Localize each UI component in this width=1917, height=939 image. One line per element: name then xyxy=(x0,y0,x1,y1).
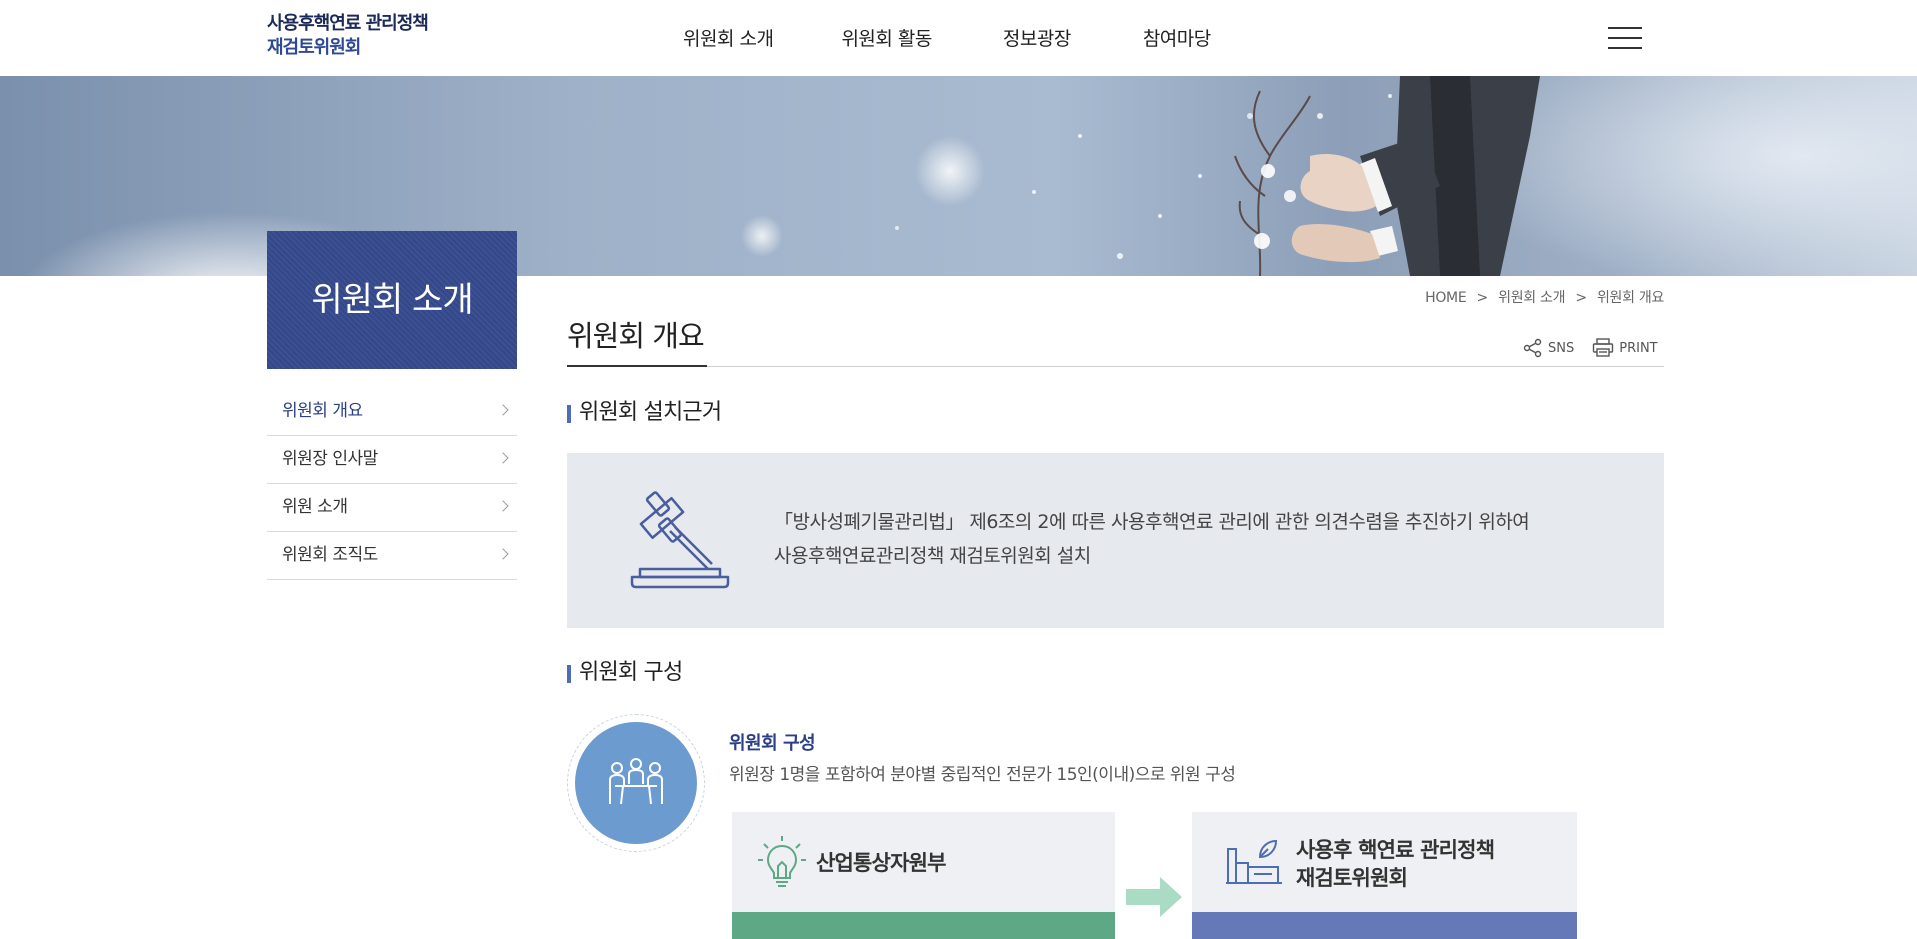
share-icon xyxy=(1523,338,1542,358)
nav-item-info-plaza[interactable]: 정보광장 xyxy=(1003,24,1071,51)
hamburger-icon[interactable] xyxy=(1608,27,1642,49)
org-box-committee-label: 사용후 핵연료 관리정책 재검토위원회 xyxy=(1296,836,1495,892)
sidebar-menu: 위원회 개요 위원장 인사말 위원 소개 위원회 조직도 xyxy=(267,388,517,580)
meeting-icon xyxy=(609,758,663,805)
sidebar-item-org-chart[interactable]: 위원회 조직도 xyxy=(267,532,517,580)
chevron-right-icon xyxy=(497,404,509,416)
main-nav: 위원회 소개 위원회 활동 정보광장 참여마당 xyxy=(683,24,1279,51)
composition-subtitle: 위원회 구성 xyxy=(729,733,816,754)
section-title-basis: 위원회 설치근거 xyxy=(567,401,722,425)
sidebar-title: 위원회 소개 xyxy=(267,231,517,369)
site-logo[interactable]: 사용후핵연료 관리정책 재검토위원회 xyxy=(267,12,429,60)
composition-description: 위원장 1명을 포함하여 분야별 중립적인 전문가 15인(이내)으로 위원 구… xyxy=(729,765,1236,785)
composition-icon-circle xyxy=(567,714,705,852)
basis-text-line2: 사용후핵연료관리정책 재검토위원회 설치 xyxy=(774,545,1091,567)
breadcrumb: HOME > 위원회 소개 > 위원회 개요 xyxy=(1425,287,1664,307)
basis-text: 「방사성폐기물관리법」 제6조의 2에 따른 사용후핵연료 관리에 관한 의견수… xyxy=(774,505,1530,573)
sidebar-item-overview[interactable]: 위원회 개요 xyxy=(267,388,517,436)
header: 사용후핵연료 관리정책 재검토위원회 위원회 소개 위원회 활동 정보광장 참여… xyxy=(0,0,1917,76)
print-icon xyxy=(1593,338,1614,357)
breadcrumb-separator: > xyxy=(1575,290,1587,306)
nav-item-committee-intro[interactable]: 위원회 소개 xyxy=(683,24,774,51)
org-box-committee-label-line2: 재검토위원회 xyxy=(1296,866,1408,890)
section-title-composition: 위원회 구성 xyxy=(567,661,683,685)
org-box-ministry-label: 산업통상자원부 xyxy=(816,851,946,875)
org-box-committee: 사용후 핵연료 관리정책 재검토위원회 xyxy=(1192,812,1577,939)
lightbulb-icon xyxy=(758,836,806,887)
factory-icon xyxy=(1226,839,1282,884)
nav-item-committee-activity[interactable]: 위원회 활동 xyxy=(841,24,932,51)
org-box-committee-bar xyxy=(1192,912,1577,939)
sns-label: SNS xyxy=(1548,340,1575,356)
logo-line2: 재검토위원회 xyxy=(267,37,361,58)
page-tools: SNS PRINT xyxy=(1523,338,1676,358)
basis-info-box: 「방사성폐기물관리법」 제6조의 2에 따른 사용후핵연료 관리에 관한 의견수… xyxy=(567,453,1664,628)
org-box-ministry: 산업통상자원부 xyxy=(732,812,1115,939)
sidebar-item-label: 위원 소개 xyxy=(282,497,348,517)
sidebar-item-members[interactable]: 위원 소개 xyxy=(267,484,517,532)
gavel-icon xyxy=(630,491,730,589)
org-box-committee-label-line1: 사용후 핵연료 관리정책 xyxy=(1296,838,1495,862)
nav-item-participation[interactable]: 참여마당 xyxy=(1143,24,1211,51)
chevron-right-icon xyxy=(497,452,509,464)
sns-button[interactable]: SNS xyxy=(1523,338,1574,358)
basis-text-line1: 「방사성폐기물관리법」 제6조의 2에 따른 사용후핵연료 관리에 관한 의견수… xyxy=(774,511,1530,533)
title-underline xyxy=(567,365,707,367)
sidebar-item-greeting[interactable]: 위원장 인사말 xyxy=(267,436,517,484)
logo-line1: 사용후핵연료 관리정책 xyxy=(267,13,429,34)
breadcrumb-level1[interactable]: 위원회 소개 xyxy=(1498,290,1565,306)
chevron-right-icon xyxy=(497,548,509,560)
breadcrumb-separator: > xyxy=(1476,290,1489,306)
print-button[interactable]: PRINT xyxy=(1592,338,1658,358)
sidebar-item-label: 위원회 조직도 xyxy=(282,545,378,565)
breadcrumb-home[interactable]: HOME xyxy=(1425,290,1467,306)
sidebar-item-label: 위원회 개요 xyxy=(282,401,363,421)
arrow-right-icon xyxy=(1126,877,1182,917)
sidebar-item-label: 위원장 인사말 xyxy=(282,449,378,469)
chevron-right-icon xyxy=(497,500,509,512)
org-box-ministry-bar xyxy=(732,912,1115,939)
page-title: 위원회 개요 xyxy=(567,319,705,353)
print-label: PRINT xyxy=(1619,340,1658,356)
breadcrumb-level2[interactable]: 위원회 개요 xyxy=(1597,290,1664,306)
title-divider xyxy=(567,366,1664,367)
